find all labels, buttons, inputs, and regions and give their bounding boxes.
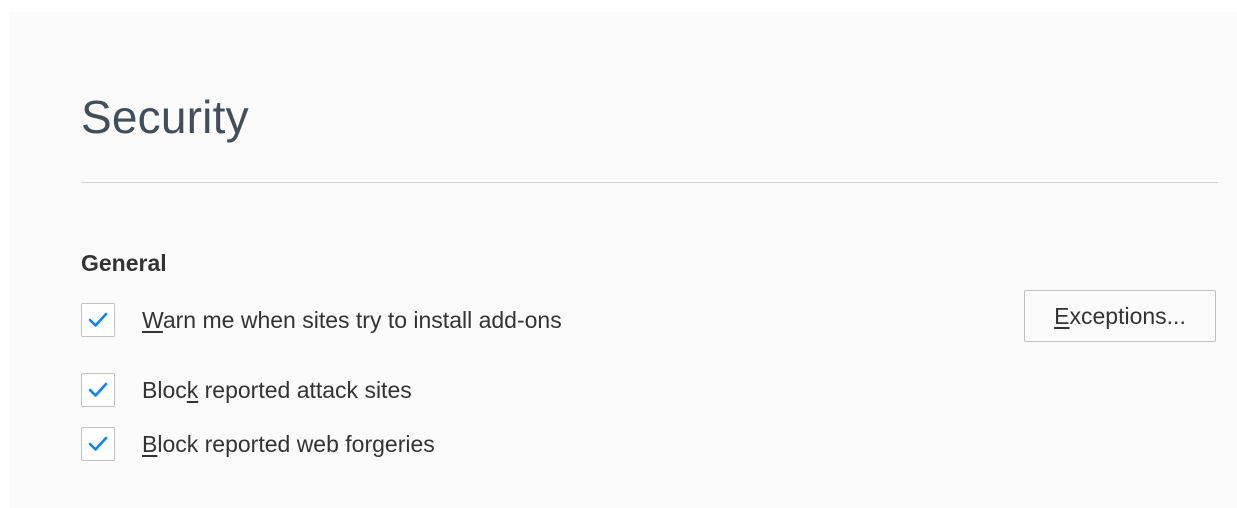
block-web-forgeries-checkbox[interactable]	[81, 427, 115, 461]
block-web-forgeries-label[interactable]: Block reported web forgeries	[142, 431, 435, 458]
checkmark-icon	[88, 436, 108, 451]
block-attack-sites-option[interactable]: Block reported attack sites	[81, 372, 412, 408]
checkmark-icon	[88, 382, 108, 397]
block-web-forgeries-option[interactable]: Block reported web forgeries	[81, 426, 435, 462]
title-divider	[81, 182, 1218, 183]
warn-addons-option[interactable]: Warn me when sites try to install add-on…	[81, 302, 562, 338]
block-attack-sites-label[interactable]: Block reported attack sites	[142, 377, 412, 404]
block-attack-sites-checkbox[interactable]	[81, 373, 115, 407]
page-title: Security	[81, 91, 249, 143]
general-section-heading: General	[81, 250, 167, 276]
exceptions-button[interactable]: Exceptions...	[1024, 290, 1216, 342]
security-preferences-pane: Security General Warn me when sites try …	[9, 12, 1237, 508]
warn-addons-checkbox[interactable]	[81, 303, 115, 337]
warn-addons-label[interactable]: Warn me when sites try to install add-on…	[142, 307, 562, 334]
checkmark-icon	[88, 312, 108, 327]
